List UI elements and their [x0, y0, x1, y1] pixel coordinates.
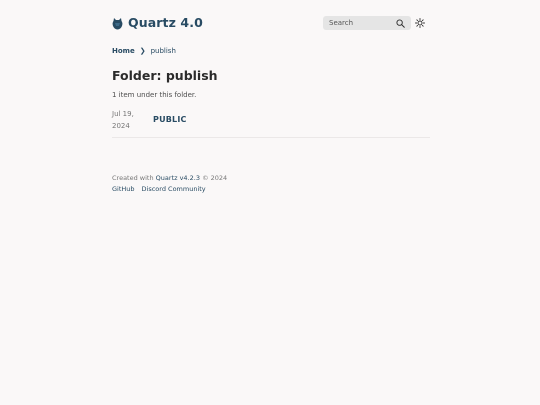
search-box[interactable]: Search	[323, 16, 411, 30]
page: Quartz 4.0 Search Home ❯ publish Folder:…	[0, 0, 540, 405]
breadcrumb-separator-icon: ❯	[139, 47, 146, 55]
sun-icon[interactable]	[415, 18, 425, 28]
site-header: Quartz 4.0 Search	[112, 14, 428, 32]
list-item: Jul 19, 2024 PUBLIC	[112, 110, 187, 130]
quartz-version-link[interactable]: Quartz v4.2.3	[156, 174, 200, 182]
footer-links: GitHub Discord Community	[112, 184, 206, 194]
content-divider	[112, 137, 430, 138]
folder-item-count: 1 item under this folder.	[112, 91, 197, 99]
page-title: Folder: publish	[112, 68, 218, 83]
footer-created-with: Created with	[112, 174, 154, 182]
site-brand-link[interactable]: Quartz 4.0	[112, 14, 203, 32]
item-date: Jul 19, 2024	[112, 110, 134, 130]
breadcrumb-home-link[interactable]: Home	[112, 46, 135, 56]
discord-community-link[interactable]: Discord Community	[142, 184, 206, 194]
github-link[interactable]: GitHub	[112, 184, 135, 194]
search-placeholder: Search	[329, 19, 354, 27]
site-title: Quartz 4.0	[128, 15, 203, 30]
search-icon	[396, 18, 405, 28]
footer-credit: Created with Quartz v4.2.3 © 2024	[112, 173, 227, 183]
item-title-link[interactable]: PUBLIC	[153, 114, 187, 126]
footer-copyright: © 2024	[202, 174, 228, 182]
breadcrumb: Home ❯ publish	[112, 46, 176, 56]
quartz-logo-icon	[112, 17, 123, 29]
breadcrumb-current-link[interactable]: publish	[151, 46, 176, 56]
